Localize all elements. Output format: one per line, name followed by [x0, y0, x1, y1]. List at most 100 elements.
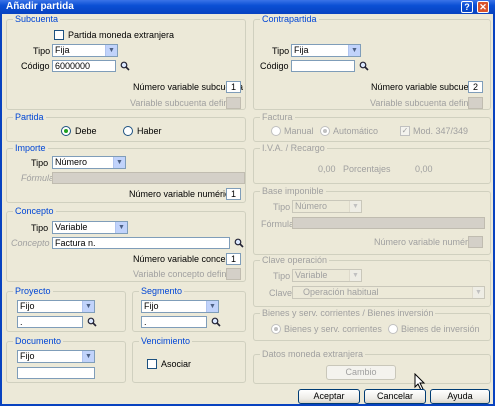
documento-legend: Documento — [13, 336, 64, 346]
manual-radio[interactable] — [271, 126, 281, 136]
clave-tipo-label: Tipo — [273, 271, 291, 281]
segmento-code-input[interactable]: . — [141, 316, 207, 328]
proyecto-group: Proyecto Fijo ▼ . — [6, 286, 126, 332]
corrientes-label: Bienes y serv. corrientes — [284, 324, 382, 334]
search-icon[interactable] — [359, 61, 369, 71]
chevron-down-icon: ▼ — [348, 45, 360, 56]
subcuenta-codigo-label: Código — [21, 61, 50, 71]
cambio-button[interactable]: Cambio — [326, 365, 396, 380]
search-icon[interactable] — [120, 61, 130, 71]
subcuenta-tipo-label: Tipo — [33, 46, 51, 56]
segmento-tipo-select[interactable]: Fijo ▼ — [141, 300, 219, 313]
debe-radio[interactable] — [61, 126, 71, 136]
haber-radio[interactable] — [123, 126, 133, 136]
help-title-button[interactable]: ? — [461, 1, 473, 13]
clave-select: Operación habitual ▼ — [292, 286, 485, 299]
search-icon[interactable] — [211, 317, 221, 327]
search-icon[interactable] — [234, 238, 244, 248]
search-icon[interactable] — [87, 317, 97, 327]
importe-tipo-select[interactable]: Número ▼ — [52, 156, 126, 169]
dialog-body: Subcuenta Partida moneda extranjera Tipo… — [0, 14, 495, 406]
contrapartida-numvar-input[interactable]: 2 — [468, 81, 483, 93]
bienes-group: Bienes y serv. corrientes / Bienes inver… — [253, 308, 491, 341]
automatico-label: Automático — [333, 126, 379, 136]
base-legend: Base imponible — [260, 186, 326, 196]
clave-label: Clave — [269, 288, 293, 298]
segmento-legend: Segmento — [139, 286, 185, 296]
concepto-tipo-select[interactable]: Variable ▼ — [52, 221, 128, 234]
concepto-numvar-label: Número variable concepto — [133, 254, 239, 264]
subcuenta-group: Subcuenta Partida moneda extranjera Tipo… — [6, 14, 246, 110]
partida-moneda-checkbox[interactable] — [54, 30, 64, 40]
partida-group: Partida Debe Haber — [6, 112, 246, 142]
subcuenta-numvar-input[interactable]: 1 — [226, 81, 241, 93]
mod-label: Mod. 347/349 — [413, 126, 469, 136]
mod-checkbox[interactable]: ✓ — [400, 126, 410, 136]
importe-numvar-input[interactable]: 1 — [226, 188, 241, 200]
base-numvar-label: Número variable numérica — [374, 237, 480, 247]
chevron-down-icon: ▼ — [82, 351, 94, 362]
corrientes-radio[interactable] — [271, 324, 281, 334]
asociar-checkbox[interactable] — [147, 359, 157, 369]
haber-label: Haber — [137, 126, 162, 136]
chevron-down-icon: ▼ — [115, 222, 127, 233]
documento-tipo-select[interactable]: Fijo ▼ — [17, 350, 95, 363]
clave-tipo-select: Variable ▼ — [292, 269, 362, 282]
proyecto-code-input[interactable]: . — [17, 316, 83, 328]
factura-group: Factura Manual Automático ✓ Mod. 347/349 — [253, 112, 491, 142]
importe-legend: Importe — [13, 143, 48, 153]
documento-input[interactable] — [17, 367, 95, 379]
subcuenta-legend: Subcuenta — [13, 14, 61, 24]
clave-legend: Clave operación — [260, 255, 330, 265]
manual-label: Manual — [284, 126, 314, 136]
proyecto-legend: Proyecto — [13, 286, 53, 296]
title-bar: Añadir partida ? ✕ — [0, 0, 495, 14]
contrapartida-vardef-input — [468, 97, 483, 109]
concepto-legend: Concepto — [13, 206, 56, 216]
proyecto-tipo-select[interactable]: Fijo ▼ — [17, 300, 95, 313]
ayuda-button[interactable]: Ayuda — [430, 389, 490, 404]
concepto-label: Concepto — [11, 238, 50, 248]
subcuenta-codigo-input[interactable]: 6000000 — [52, 60, 116, 72]
cancelar-button[interactable]: Cancelar — [364, 389, 426, 404]
concepto-group: Concepto Tipo Variable ▼ Concepto Factura… — [6, 206, 246, 282]
close-button[interactable]: ✕ — [477, 1, 489, 13]
inversion-label: Bienes de inversión — [401, 324, 480, 334]
concepto-vardef-label: Variable concepto definida — [133, 269, 239, 279]
window-title: Añadir partida — [6, 1, 74, 12]
importe-numvar-label: Número variable numérica — [129, 189, 235, 199]
contrapartida-group: Contrapartida Tipo Fija ▼ Código Número v… — [253, 14, 491, 110]
contrapartida-tipo-label: Tipo — [272, 46, 290, 56]
automatico-radio[interactable] — [320, 126, 330, 136]
concepto-input[interactable]: Factura n. — [52, 237, 230, 249]
datos-legend: Datos moneda extranjera — [260, 349, 366, 359]
subcuenta-tipo-select[interactable]: Fija ▼ — [52, 44, 118, 57]
segmento-group: Segmento Fijo ▼ . — [132, 286, 246, 332]
asociar-label: Asociar — [161, 359, 192, 369]
iva-porcentajes-label: Porcentajes — [343, 164, 391, 174]
base-group: Base imponible Tipo Número ▼ Fórmula Núme… — [253, 186, 491, 255]
contrapartida-legend: Contrapartida — [260, 14, 319, 24]
documento-group: Documento Fijo ▼ — [6, 336, 126, 383]
importe-group: Importe Tipo Número ▼ Fórmula Número vari… — [6, 143, 246, 203]
aceptar-button[interactable]: Aceptar — [298, 389, 360, 404]
base-tipo-select: Número ▼ — [292, 200, 362, 213]
iva-left-value: 0,00 — [318, 164, 336, 174]
vencimiento-group: Vencimiento Asociar — [132, 336, 246, 383]
subcuenta-vardef-label: Variable subcuenta definida — [130, 98, 241, 108]
chevron-down-icon: ▼ — [472, 287, 484, 298]
datos-group: Datos moneda extranjera Cambio — [253, 349, 491, 384]
partida-legend: Partida — [13, 112, 46, 122]
base-tipo-label: Tipo — [273, 202, 291, 212]
chevron-down-icon: ▼ — [206, 301, 218, 312]
chevron-down-icon: ▼ — [349, 270, 361, 281]
concepto-numvar-input[interactable]: 1 — [226, 253, 241, 265]
bienes-legend: Bienes y serv. corrientes / Bienes inver… — [260, 308, 436, 318]
chevron-down-icon: ▼ — [105, 45, 117, 56]
contrapartida-codigo-input[interactable] — [291, 60, 355, 72]
inversion-radio[interactable] — [388, 324, 398, 334]
contrapartida-tipo-select[interactable]: Fija ▼ — [291, 44, 361, 57]
iva-right-value: 0,00 — [415, 164, 433, 174]
contrapartida-codigo-label: Código — [260, 61, 289, 71]
contrapartida-numvar-label: Número variable subcuenta — [371, 82, 482, 92]
